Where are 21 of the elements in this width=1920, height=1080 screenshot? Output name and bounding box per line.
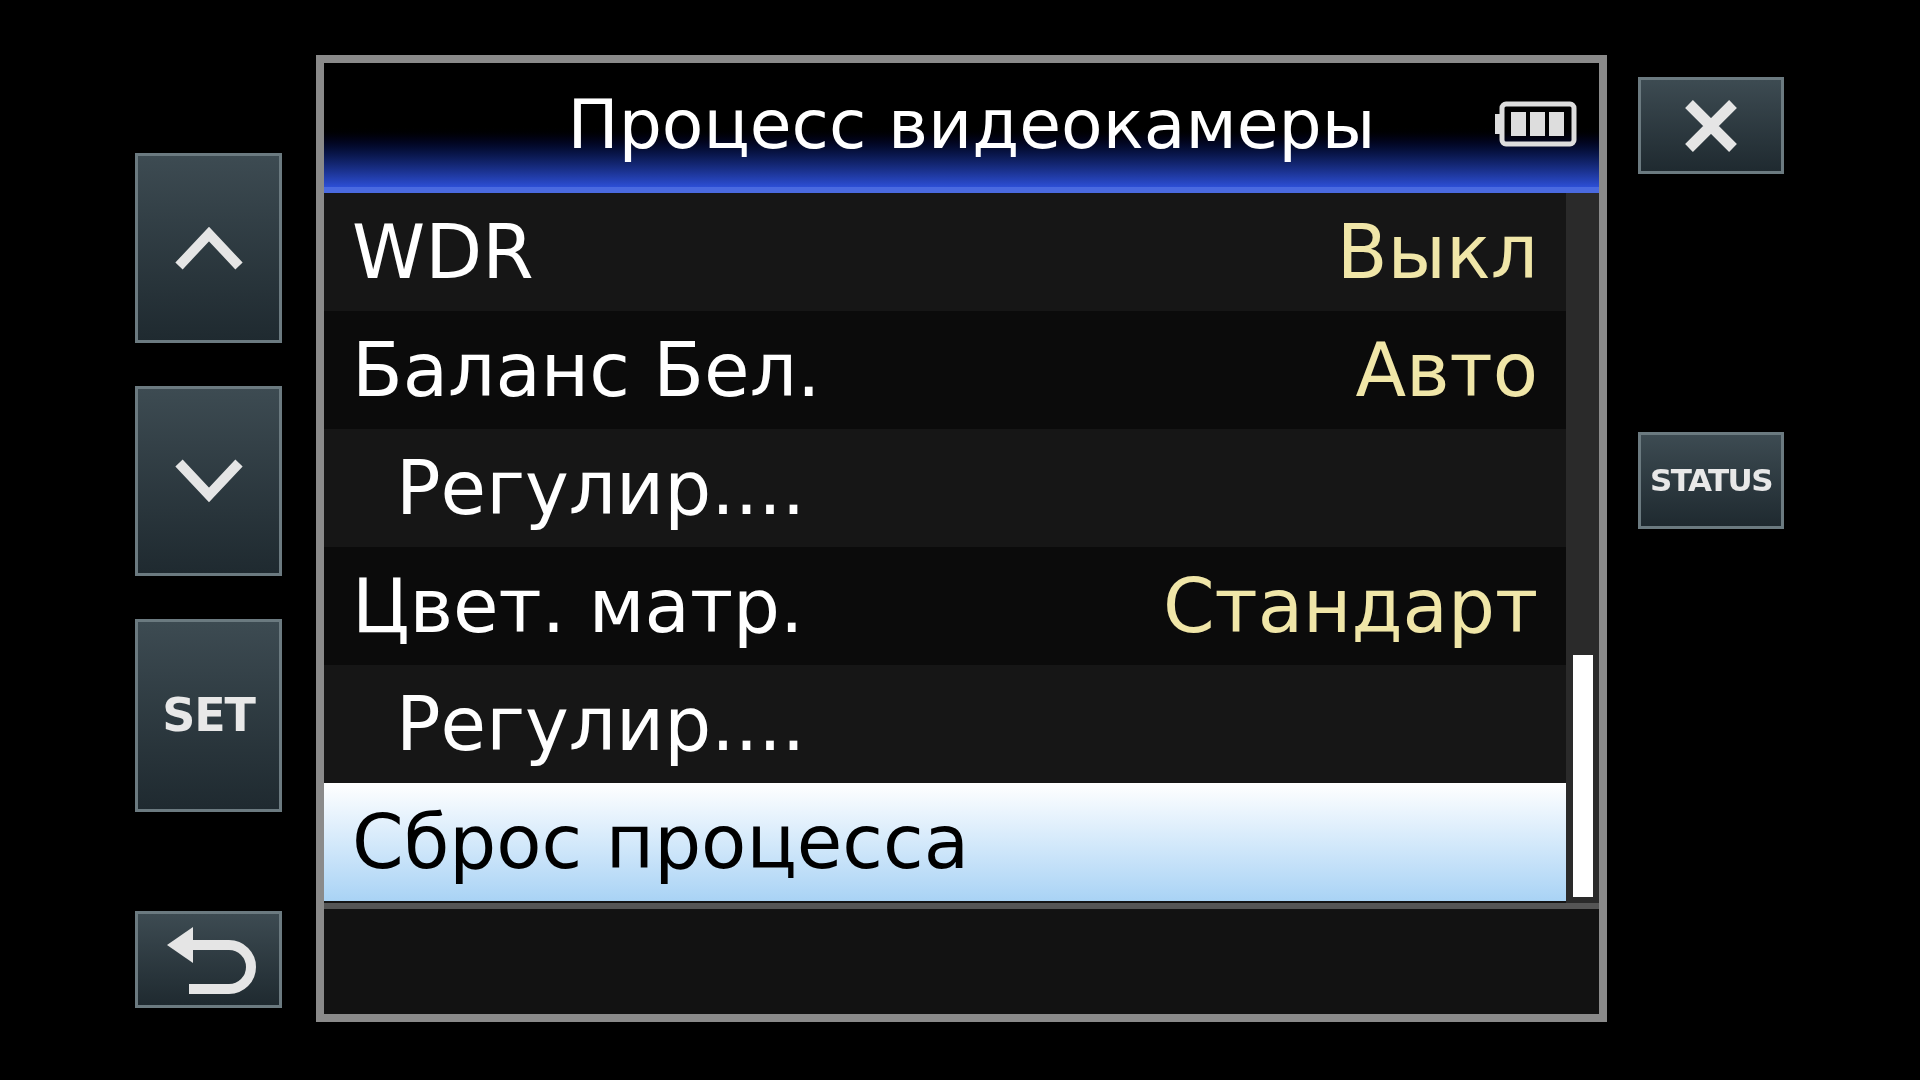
item-label: Цвет. матр. [352,561,804,651]
item-label: Баланс Бел. [352,325,821,415]
menu-item[interactable]: Цвет. матр. Стандарт [324,547,1566,665]
down-button[interactable] [135,386,282,576]
item-label: Сброс процесса [352,797,969,887]
menu-item[interactable]: Сброс процесса [324,783,1566,901]
up-button[interactable] [135,153,282,343]
item-value: Авто [1355,325,1538,415]
close-button[interactable] [1638,77,1784,174]
item-label: Регулир.... [396,443,806,533]
menu-title: Процесс видеокамеры [567,84,1376,166]
item-label: WDR [352,207,534,297]
item-value: Выкл [1336,207,1538,297]
item-label: Регулир.... [396,679,806,769]
back-button[interactable] [135,911,282,1008]
close-icon [1683,97,1739,154]
item-value: Стандарт [1162,561,1538,651]
battery-icon [1495,101,1577,147]
menu-item[interactable]: Баланс Бел. Авто [324,311,1566,429]
menu-button[interactable]: SET [135,619,282,812]
status-button[interactable]: STATUS [1638,432,1784,529]
